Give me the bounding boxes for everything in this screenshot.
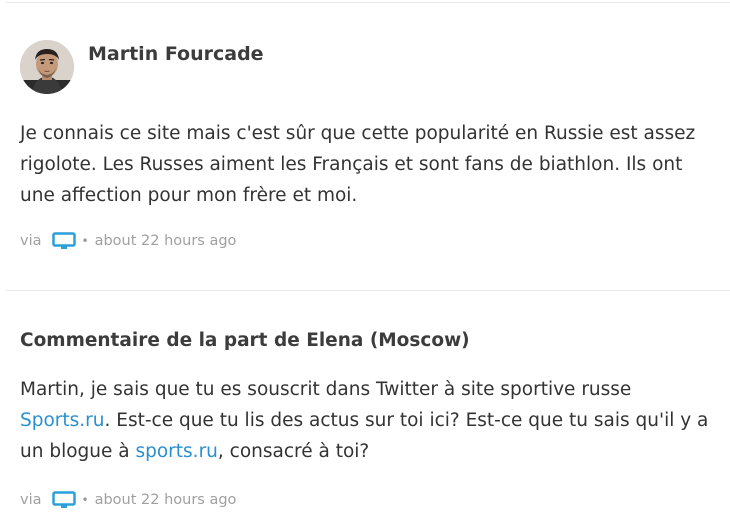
post-meta: via • about 22 hours ago [20,231,718,251]
post-timestamp[interactable]: about 22 hours ago [95,492,237,508]
top-divider [6,2,730,3]
avatar-photo [20,40,74,94]
sports-ru-link-1[interactable]: Sports.ru [20,410,105,431]
post-divider [6,290,730,291]
comment-feed: Martin Fourcade Je connais ce site mais … [0,0,730,532]
author-row: Martin Fourcade [20,40,718,96]
meta-separator: • [81,493,89,507]
via-label: via [20,233,42,249]
desktop-icon[interactable] [51,491,76,509]
question-body: Martin, je sais que tu es souscrit dans … [20,374,718,467]
answer-post: Martin Fourcade Je connais ce site mais … [20,40,718,251]
via-label: via [20,492,42,508]
post-meta: via • about 22 hours ago [20,490,718,510]
desktop-icon[interactable] [51,232,76,250]
question-title: Commentaire de la part de Elena (Moscow) [20,330,470,351]
author-name[interactable]: Martin Fourcade [88,43,264,65]
post-timestamp[interactable]: about 22 hours ago [95,233,237,249]
meta-separator: • [81,234,89,248]
question-post: Commentaire de la part de Elena (Moscow)… [20,328,718,510]
post-body: Je connais ce site mais c'est sûr que ce… [20,123,696,206]
sports-ru-link-2[interactable]: sports.ru [135,441,217,462]
question-text-3: , consacré à toi? [217,441,370,462]
question-text-1: Martin, je sais que tu es souscrit dans … [20,379,632,400]
avatar[interactable] [20,40,74,94]
